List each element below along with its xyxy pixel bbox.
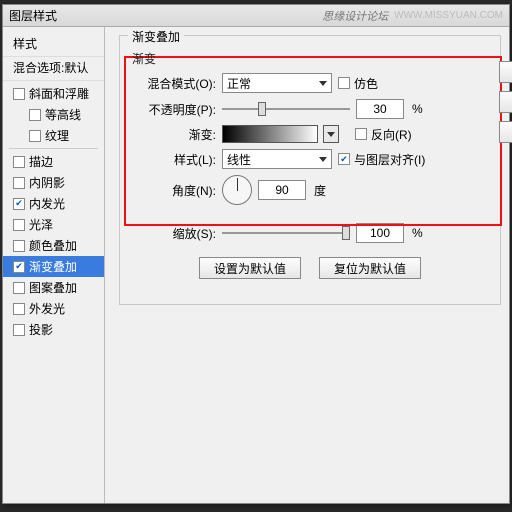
group-subtitle: 渐变 — [132, 50, 490, 67]
sidebar-item-5[interactable]: 内发光 — [3, 193, 104, 214]
angle-unit: 度 — [314, 182, 326, 199]
watermark-brand: 思缘设计论坛 — [322, 8, 388, 24]
new-style-button[interactable] — [499, 121, 512, 143]
dither-checkbox[interactable]: 仿色 — [338, 75, 378, 92]
reverse-checkbox[interactable]: 反向(R) — [355, 126, 412, 143]
opacity-unit: % — [412, 102, 423, 116]
opacity-slider[interactable] — [222, 101, 350, 117]
sidebar-item-label: 图案叠加 — [29, 279, 77, 296]
watermark-url: WWW.MISSYUAN.COM — [394, 10, 503, 21]
sidebar-item-1[interactable]: 等高线 — [3, 104, 104, 125]
caret-down-icon — [319, 81, 327, 86]
blend-mode-label: 混合模式(O): — [130, 75, 216, 92]
dialog-button-rail — [499, 61, 512, 143]
gradient-swatch[interactable] — [222, 125, 318, 143]
style-select[interactable]: 线性 — [222, 149, 332, 169]
checkbox-icon — [29, 109, 41, 121]
align-checkbox[interactable]: 与图层对齐(I) — [338, 151, 425, 168]
sidebar-item-label: 内阴影 — [29, 174, 65, 191]
sidebar-item-label: 颜色叠加 — [29, 237, 77, 254]
align-label: 与图层对齐(I) — [354, 151, 425, 168]
opacity-label: 不透明度(P): — [130, 101, 216, 118]
checkbox-icon — [13, 261, 25, 273]
checkbox-icon — [338, 153, 350, 165]
sidebar-item-label: 渐变叠加 — [29, 258, 77, 275]
sidebar-item-11[interactable]: 投影 — [3, 319, 104, 340]
checkbox-icon — [355, 128, 367, 140]
checkbox-icon — [13, 219, 25, 231]
checkbox-icon — [13, 88, 25, 100]
main-panel: 渐变叠加 渐变 混合模式(O): 正常 仿色 不透明度(P): — [105, 27, 509, 503]
sidebar-item-label: 斜面和浮雕 — [29, 85, 89, 102]
dither-label: 仿色 — [354, 75, 378, 92]
style-value: 线性 — [227, 151, 251, 168]
blend-mode-value: 正常 — [227, 75, 251, 92]
checkbox-icon — [13, 282, 25, 294]
caret-down-icon — [319, 157, 327, 162]
opacity-input[interactable]: 30 — [356, 99, 404, 119]
checkbox-icon — [13, 240, 25, 252]
angle-input[interactable]: 90 — [258, 180, 306, 200]
caret-down-icon — [327, 132, 335, 137]
sidebar-item-label: 内发光 — [29, 195, 65, 212]
checkbox-icon — [13, 177, 25, 189]
sidebar-item-label: 投影 — [29, 321, 53, 338]
sidebar-item-label: 等高线 — [45, 106, 81, 123]
scale-slider[interactable] — [222, 225, 350, 241]
sidebar-item-2[interactable]: 纹理 — [3, 125, 104, 146]
styles-sidebar: 样式 混合选项:默认 斜面和浮雕等高线纹理描边内阴影内发光光泽颜色叠加渐变叠加图… — [3, 27, 105, 503]
sidebar-item-10[interactable]: 外发光 — [3, 298, 104, 319]
ok-button[interactable] — [499, 61, 512, 83]
titlebar[interactable]: 图层样式 思缘设计论坛 WWW.MISSYUAN.COM — [3, 5, 509, 27]
reset-default-button[interactable]: 复位为默认值 — [319, 257, 421, 279]
reverse-label: 反向(R) — [371, 126, 412, 143]
gradient-picker-button[interactable] — [323, 125, 339, 143]
sidebar-item-label: 光泽 — [29, 216, 53, 233]
make-default-button[interactable]: 设置为默认值 — [199, 257, 301, 279]
blend-mode-select[interactable]: 正常 — [222, 73, 332, 93]
checkbox-icon — [29, 130, 41, 142]
sidebar-item-label: 外发光 — [29, 300, 65, 317]
checkbox-icon — [13, 303, 25, 315]
sidebar-item-8[interactable]: 渐变叠加 — [3, 256, 104, 277]
sidebar-item-label: 描边 — [29, 153, 53, 170]
sidebar-item-label: 纹理 — [45, 127, 69, 144]
style-label: 样式(L): — [130, 151, 216, 168]
checkbox-icon — [13, 198, 25, 210]
sidebar-item-3[interactable]: 描边 — [3, 151, 104, 172]
sidebar-heading[interactable]: 样式 — [3, 33, 104, 57]
group-title: 渐变叠加 — [128, 28, 184, 45]
checkbox-icon — [338, 77, 350, 89]
sidebar-item-4[interactable]: 内阴影 — [3, 172, 104, 193]
gradient-label: 渐变: — [130, 126, 216, 143]
scale-input[interactable]: 100 — [356, 223, 404, 243]
blending-options[interactable]: 混合选项:默认 — [3, 57, 104, 81]
scale-unit: % — [412, 226, 423, 240]
gradient-overlay-group: 渐变叠加 渐变 混合模式(O): 正常 仿色 不透明度(P): — [119, 35, 501, 305]
cancel-button[interactable] — [499, 91, 512, 113]
sidebar-item-0[interactable]: 斜面和浮雕 — [3, 83, 104, 104]
angle-label: 角度(N): — [130, 182, 216, 199]
sidebar-item-9[interactable]: 图案叠加 — [3, 277, 104, 298]
sidebar-item-6[interactable]: 光泽 — [3, 214, 104, 235]
checkbox-icon — [13, 324, 25, 336]
layer-style-dialog: 图层样式 思缘设计论坛 WWW.MISSYUAN.COM 样式 混合选项:默认 … — [2, 4, 510, 504]
checkbox-icon — [13, 156, 25, 168]
scale-label: 缩放(S): — [130, 225, 216, 242]
window-title: 图层样式 — [9, 7, 57, 24]
sidebar-item-7[interactable]: 颜色叠加 — [3, 235, 104, 256]
angle-dial[interactable] — [222, 175, 252, 205]
